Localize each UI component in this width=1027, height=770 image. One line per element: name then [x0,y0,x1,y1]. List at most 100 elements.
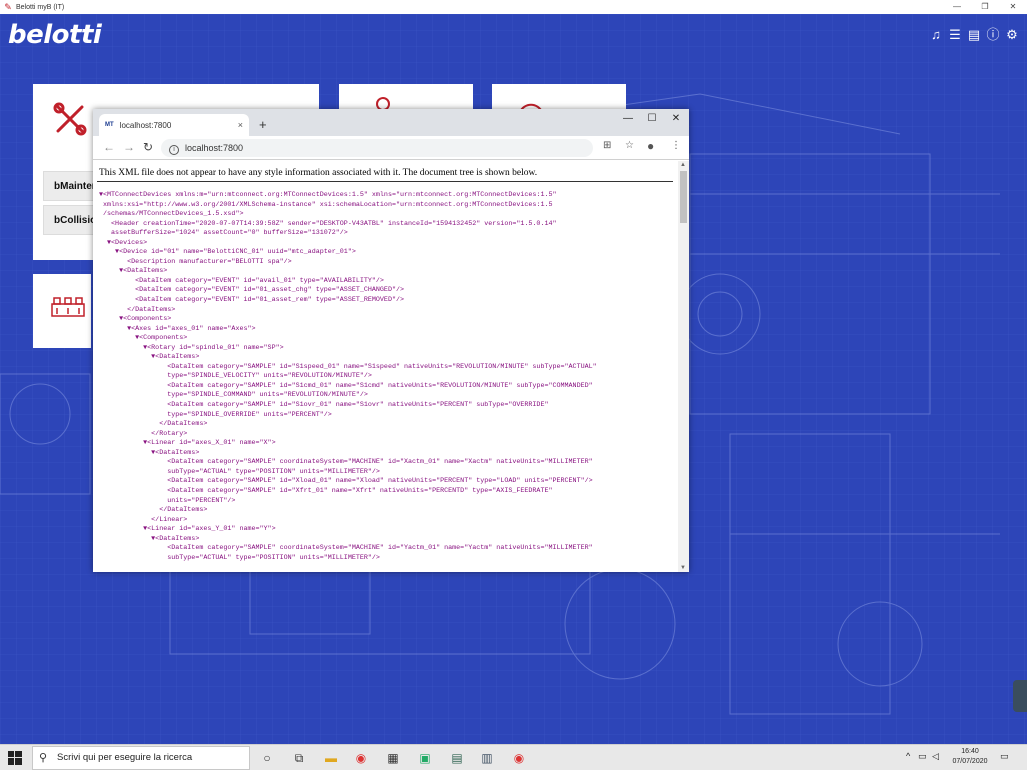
side-panel-tab[interactable] [1013,680,1027,712]
new-tab-button[interactable]: + [259,117,267,132]
site-info-icon[interactable]: i [169,145,179,155]
page-scrollbar[interactable]: ▲ ▼ [678,161,689,572]
xml-line: <DataItem category="SAMPLE" coordinateSy… [99,458,593,467]
xml-line: ▼<DataItems> [99,448,200,457]
xml-document-tree: ▼<MTConnectDevices xmlns:m="urn:mtconnec… [99,191,597,563]
browser-tab-strip: MT localhost:7800 × + — ☐ ✕ [93,109,689,136]
app-window-icon[interactable]: ▣ [416,749,434,767]
windows-taskbar: ⚲ Scrivi qui per eseguire la ricerca ○ ⧉… [0,744,1027,770]
tab-close-icon[interactable]: × [238,120,243,130]
xml-line: ▼<DataItems> [99,534,200,543]
taskbar-search-placeholder: Scrivi qui per eseguire la ricerca [57,752,193,763]
tab-title: localhost:7800 [119,120,172,130]
scroll-down-icon[interactable]: ▼ [680,565,686,571]
xml-line: type="SPINDLE_OVERRIDE" units="PERCENT"/… [99,410,332,419]
browser-tab[interactable]: MT localhost:7800 × [99,114,249,136]
xml-line: units="PERCENT"/> [99,496,236,505]
app-logo-icon: ✎ [4,2,12,12]
xml-line: ▼<DataItems> [99,353,200,362]
xml-line: type="SPINDLE_VELOCITY" units="REVOLUTIO… [99,372,372,381]
xml-line: ▼<MTConnectDevices xmlns:m="urn:mtconnec… [99,191,557,199]
reload-icon[interactable]: ↻ [143,140,153,154]
xml-line: /schemas/MTConnectDevices_1.5.xsd"> [99,210,244,219]
task-view-icon[interactable]: ⧉ [290,749,308,767]
chrome-icon-2[interactable]: ◉ [510,749,528,767]
volume-icon[interactable]: ◁ [932,751,939,762]
bell-icon[interactable]: ♫ [929,28,943,42]
address-bar[interactable]: i localhost:7800 [161,139,593,157]
scrollbar-thumb[interactable] [680,171,687,223]
xml-line: </DataItems> [99,420,208,429]
file-explorer-icon[interactable]: ▬ [322,749,340,767]
profile-avatar-icon[interactable]: ● [647,139,654,153]
app-title-bar: ✎ Belotti myB (IT) — ❐ ✕ [0,0,1027,14]
address-url: localhost:7800 [185,143,244,153]
xml-line: subType="ACTUAL" type="POSITION" units="… [99,467,380,476]
top-icon-bar: ♫ ☰ ▤ ⓘ ⚙ [929,28,1019,42]
xml-line: ▼<Axes id="axes_01" name="Axes"> [99,324,256,333]
xml-page: This XML file does not appear to have an… [93,161,678,572]
tray-chevron-icon[interactable]: ^ [906,751,910,761]
scroll-up-icon[interactable]: ▲ [680,162,686,168]
machines-icon [51,297,85,317]
app-remote-icon[interactable]: ▥ [478,749,496,767]
browser-toolbar: ← → ↻ i localhost:7800 ⊞ ☆ ● ⋮ [93,136,689,160]
minimize-button[interactable]: — [943,0,971,14]
xml-style-notice: This XML file does not appear to have an… [99,168,538,178]
windows-start-icon[interactable] [8,751,22,765]
maximize-button[interactable]: ❐ [971,0,999,14]
xml-line: </Rotary> [99,429,188,438]
app-qr-icon[interactable]: ▦ [384,749,402,767]
xml-line: <DataItem category="EVENT" id="avail_01"… [99,276,384,285]
notice-divider [97,181,673,182]
xml-line: xmlns:xsi="http://www.w3.org/2001/XMLSch… [99,200,553,209]
browser-maximize-button[interactable]: ☐ [639,109,665,129]
xml-line: <DataItem category="SAMPLE" id="Xfrt_01"… [99,486,553,495]
browser-close-button[interactable]: ✕ [663,109,689,129]
browser-window: MT localhost:7800 × + — ☐ ✕ ← → ↻ i local… [93,109,689,572]
gear-icon[interactable]: ⚙ [1005,28,1019,42]
translate-icon[interactable]: ⊞ [603,140,611,151]
xml-line: assetBufferSize="1024" assetCount="0" bu… [99,229,348,238]
xml-line: </DataItems> [99,305,176,314]
xml-line: ▼<Linear id="axes_X_01" name="X"> [99,439,276,448]
xml-line: ▼<Components> [99,334,188,343]
xml-line: <DataItem category="EVENT" id="01_asset_… [99,296,404,305]
taskbar-clock[interactable]: 16:40 07/07/2020 [948,747,992,767]
xml-line: <DataItem category="SAMPLE" id="S1ovr_01… [99,401,549,410]
info-icon[interactable]: ⓘ [986,28,1000,42]
clock-date: 07/07/2020 [952,758,988,765]
module-card-machines[interactable] [33,274,91,348]
cortana-circle-icon[interactable]: ○ [258,749,276,767]
xml-line: type="SPINDLE_COMMAND" units="REVOLUTION… [99,391,368,400]
xml-line: ▼<Rotary id="spindle_01" name="SP"> [99,343,284,352]
menu-kebab-icon[interactable]: ⋮ [671,140,681,151]
xml-line: </Linear> [99,515,188,524]
bookmark-star-icon[interactable]: ☆ [625,140,634,151]
belotti-logo: belotti [8,20,102,50]
mtconnect-favicon-icon: MT [105,122,114,128]
notifications-icon[interactable]: ▭ [1000,751,1009,762]
xml-line: ▼<DataItems> [99,267,168,276]
xml-line: <Header creationTime="2020-07-07T14:39:5… [99,219,557,228]
xml-line: ▼<Device id="01" name="BelottiCNC_01" uu… [99,248,356,257]
xml-line: ▼<Components> [99,315,172,324]
close-button[interactable]: ✕ [999,0,1027,14]
back-arrow-icon[interactable]: ← [103,140,115,154]
app-terminal-icon[interactable]: ▤ [448,749,466,767]
search-icon: ⚲ [39,752,48,764]
xml-line: <DataItem category="SAMPLE" id="Xload_01… [99,477,593,486]
xml-line: ▼<Linear id="axes_Y_01" name="Y"> [99,525,276,534]
browser-minimize-button[interactable]: — [615,109,641,129]
xml-line: <DataItem category="SAMPLE" coordinateSy… [99,544,593,553]
chrome-icon[interactable]: ◉ [352,749,370,767]
document-icon[interactable]: ▤ [967,28,981,42]
xml-line: <DataItem category="SAMPLE" id="S1speed_… [99,362,597,371]
list-icon[interactable]: ☰ [948,28,962,42]
xml-line: <DataItem category="EVENT" id="01_asset_… [99,286,404,295]
xml-line: ▼<Devices> [99,238,148,247]
network-icon[interactable]: ▭ [918,751,927,762]
xml-line: subType="ACTUAL" type="POSITION" units="… [99,553,380,562]
taskbar-search-box[interactable]: ⚲ Scrivi qui per eseguire la ricerca [32,746,250,770]
forward-arrow-icon[interactable]: → [123,140,135,154]
